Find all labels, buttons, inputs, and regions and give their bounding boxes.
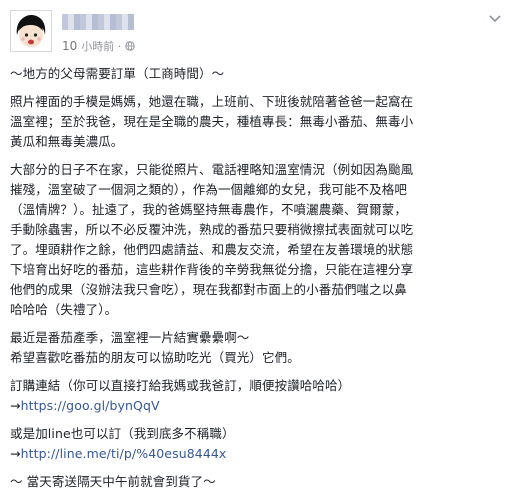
post-text-line: 溫室裡；至於我爸，現在是全職的農夫，種植專長：無毒小番茄、無毒小 xyxy=(10,114,414,129)
chevron-down-icon[interactable] xyxy=(488,14,502,24)
post-text-line: 哈哈哈（失禮了）。 xyxy=(10,302,118,317)
globe-icon[interactable] xyxy=(125,41,135,51)
post-text-line: 了。埋頭耕作之餘，他們四處請益、和農友交流，希望在友善環境的狀態 xyxy=(10,242,414,257)
author-name[interactable] xyxy=(62,14,134,30)
avatar[interactable] xyxy=(10,10,52,52)
post-text-line: 或是加line也可以訂（我到底多不稱職） xyxy=(10,426,235,441)
post-text-line: ～地方的父母需要訂單（工商時間）～ xyxy=(10,66,225,81)
post-meta: 10 小時前 · xyxy=(62,38,135,54)
post-text-line: 他們的成果（沒辦法我只會吃），現在我都對市面上的小番茄們嗤之以鼻 xyxy=(10,282,407,297)
post-text-line: 手動除蟲害，所以不必反覆沖洗，熟成的番茄只要稍微擦拭表面就可以吃 xyxy=(10,222,414,237)
post-text-line: 黃瓜和無毒美濃瓜。 xyxy=(10,134,124,149)
timestamp-number[interactable]: 10 xyxy=(62,39,77,53)
timestamp-text[interactable]: 小時前 · xyxy=(81,38,121,54)
post-text-line: 希望喜歡吃番茄的朋友可以協助吃光（買光）它們。 xyxy=(10,350,300,365)
link-row: →http://line.me/ti/p/%40esu8444x xyxy=(10,444,502,464)
link-row: →https://goo.gl/bynQqV xyxy=(10,396,502,416)
post-text-line: 下培育出好吃的番茄，這些耕作背後的辛勞我無從分擔，只能在這裡分享 xyxy=(10,262,414,277)
post-text-line: ～ 當天寄送隔天中午前就會到貨了～ xyxy=(10,474,216,489)
post-link[interactable]: https://goo.gl/bynQqV xyxy=(21,398,160,413)
link-arrow: → xyxy=(10,398,21,413)
post-text-line: 訂購連結（你可以直接打給我媽或我爸訂，順便按讚哈哈哈） xyxy=(10,378,351,393)
cartoon-face-avatar-icon xyxy=(11,11,51,51)
post-text-line: （溫情牌？）。扯遠了，我的爸媽堅持無毒農作，不噴灑農藥、賀爾蒙， xyxy=(10,202,407,217)
post-paragraph: ～ 當天寄送隔天中午前就會到貨了～ xyxy=(10,472,502,492)
post-paragraph: ～地方的父母需要訂單（工商時間）～ xyxy=(10,64,502,84)
post-paragraph: 或是加line也可以訂（我到底多不稱職） →http://line.me/ti/p… xyxy=(10,424,502,464)
post-paragraph: 訂購連結（你可以直接打給我媽或我爸訂，順便按讚哈哈哈） →https://goo.… xyxy=(10,376,502,416)
post-header: 10 小時前 · xyxy=(10,10,502,56)
post-body: ～地方的父母需要訂單（工商時間）～ 照片裡面的手模是媽媽，她還在職，上班前、下班後… xyxy=(10,64,502,500)
link-arrow: → xyxy=(10,446,21,461)
post-text-line: 摧殘，溫室破了一個洞之類的），作為一個離鄉的女兒，我可能不及格吧 xyxy=(10,182,407,197)
post-paragraph: 大部分的日子不在家，只能從照片、電話裡略知溫室情況（例如因為颱風 摧殘，溫室破了一… xyxy=(10,160,502,320)
post-link[interactable]: http://line.me/ti/p/%40esu8444x xyxy=(21,446,227,461)
post-paragraph: 照片裡面的手模是媽媽，她還在職，上班前、下班後就陪著爸爸一起窩在 溫室裡；至於我爸… xyxy=(10,92,502,152)
post-text-line: 照片裡面的手模是媽媽，她還在職，上班前、下班後就陪著爸爸一起窩在 xyxy=(10,94,414,109)
facebook-post: 10 小時前 · ～地方的父母需要訂單（工商時間）～ 照片裡面的手模是媽媽，她還在… xyxy=(0,0,512,504)
post-paragraph: 最近是番茄產季，溫室裡一片結實纍纍啊～ 希望喜歡吃番茄的朋友可以協助吃光（買光）它… xyxy=(10,328,502,368)
post-text-line: 最近是番茄產季，溫室裡一片結實纍纍啊～ xyxy=(10,330,250,345)
post-text-line: 大部分的日子不在家，只能從照片、電話裡略知溫室情況（例如因為颱風 xyxy=(10,162,414,177)
